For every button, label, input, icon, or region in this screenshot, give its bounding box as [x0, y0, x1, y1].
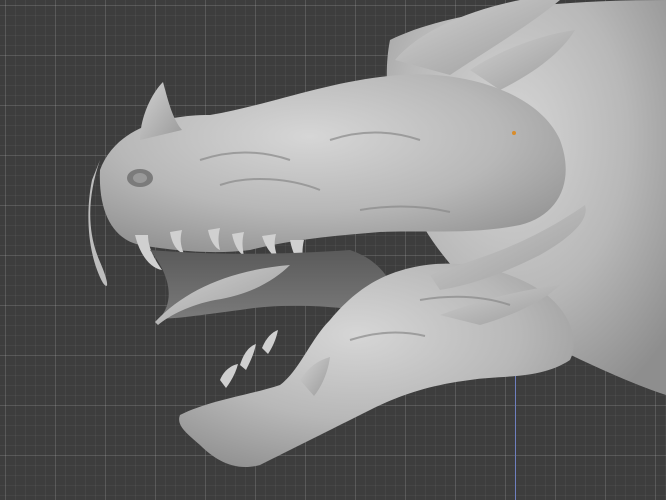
upper-skull [99, 74, 566, 253]
eye [133, 173, 147, 183]
lower-teeth [220, 330, 278, 388]
brow-horn [140, 82, 182, 140]
object-origin-dot [512, 131, 516, 135]
dragon-head-sculpt-icon[interactable] [0, 0, 666, 500]
3d-viewport[interactable] [0, 0, 666, 500]
